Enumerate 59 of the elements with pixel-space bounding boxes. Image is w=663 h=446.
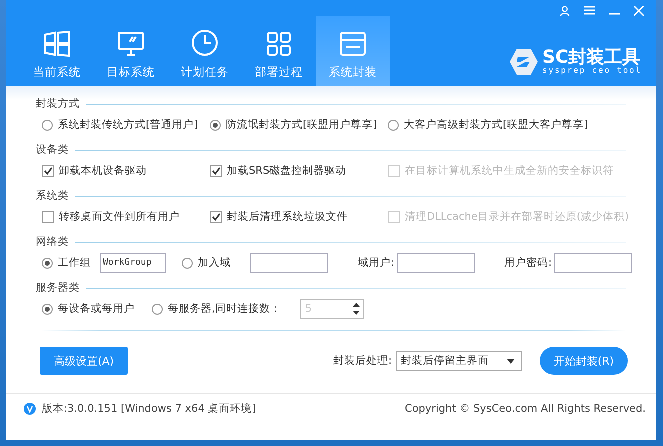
close-icon[interactable] (634, 6, 644, 16)
radio-button[interactable] (42, 258, 53, 268)
option-label: 防流氓封装方式[联盟用户尊享] (226, 118, 378, 132)
text-field[interactable] (554, 253, 632, 273)
checkbox[interactable] (210, 211, 222, 223)
text-field[interactable] (396, 253, 475, 273)
section-title: 设备类 (36, 143, 69, 157)
start-button[interactable]: 开始封装(R) (540, 347, 628, 375)
section-title: 网络类 (36, 235, 69, 249)
option-label: 每服务器,同时连接数： (168, 302, 282, 316)
menu-icon[interactable] (584, 6, 595, 15)
option-label: 大客户高级封装方式[联盟大客户尊享] (404, 118, 588, 132)
grid-icon (266, 31, 292, 57)
monitor-icon (117, 31, 145, 57)
nav-tab[interactable]: 目标系统 (94, 16, 168, 86)
logo-text: SC封装工具 (542, 49, 642, 67)
hexagon-logo-icon (508, 48, 539, 76)
logo-tagline: sysprep ceo tool (542, 67, 642, 75)
dropdown-caret-icon[interactable] (507, 358, 515, 364)
radio-button[interactable] (210, 120, 221, 130)
section-title: 服务器类 (36, 281, 80, 295)
post-process-dropdown[interactable]: 封装后停留主界面 (396, 351, 522, 371)
windows-logo-icon (43, 31, 71, 57)
option-label: 每设备或每用户 (58, 302, 135, 316)
v-badge-icon (24, 403, 36, 415)
option-label: 加载SRS磁盘控制器驱动 (227, 164, 347, 178)
nav-tab[interactable]: 系统封装 (316, 16, 390, 86)
radio-button[interactable] (388, 120, 399, 130)
field-label: 用户密码: (504, 256, 552, 270)
option-label: 清理DLLcache目录并在部署时还原(减少体积) (405, 210, 630, 224)
option-label: 卸载本机设备驱动 (59, 164, 147, 178)
checkbox[interactable] (42, 211, 54, 223)
radio-button[interactable] (182, 258, 193, 268)
radio-button[interactable] (152, 304, 163, 314)
checkbox[interactable] (210, 165, 222, 177)
checkbox[interactable] (42, 165, 54, 177)
nav-tab[interactable]: 当前系统 (20, 16, 94, 86)
nav-tab[interactable]: 计划任务 (168, 16, 242, 86)
field-label: 域用户: (358, 256, 395, 270)
advanced-settings-button[interactable]: 高级设置(A) (40, 347, 128, 375)
copyright-text: Copyright © SysCeo.com All Rights Reserved. (405, 403, 646, 415)
clock-icon (191, 29, 219, 57)
post-process-label: 封装后处理: (333, 354, 392, 368)
nav-tab[interactable]: 部署过程 (242, 16, 316, 86)
option-label: 转移桌面文件到所有用户 (59, 210, 180, 224)
radio-button[interactable] (42, 304, 53, 314)
text-field[interactable] (250, 253, 328, 273)
user-icon[interactable] (560, 6, 570, 16)
drive-icon (339, 31, 367, 57)
radio-button[interactable] (42, 120, 53, 130)
option-label: 加入域 (198, 256, 231, 270)
version-text: 版本:3.0.0.151 [Windows 7 x64 桌面环境] (42, 402, 256, 416)
option-label: 封装后清理系统垃圾文件 (227, 210, 348, 224)
option-label: 在目标计算机系统中生成全新的安全标识符 (405, 164, 614, 178)
option-label: 工作组 (58, 256, 91, 270)
section-title: 系统类 (36, 189, 69, 203)
text-field[interactable]: WorkGroup (100, 253, 166, 273)
section-title: 封装方式 (36, 97, 80, 111)
option-label: 系统封装传统方式[普通用户] (58, 118, 198, 132)
